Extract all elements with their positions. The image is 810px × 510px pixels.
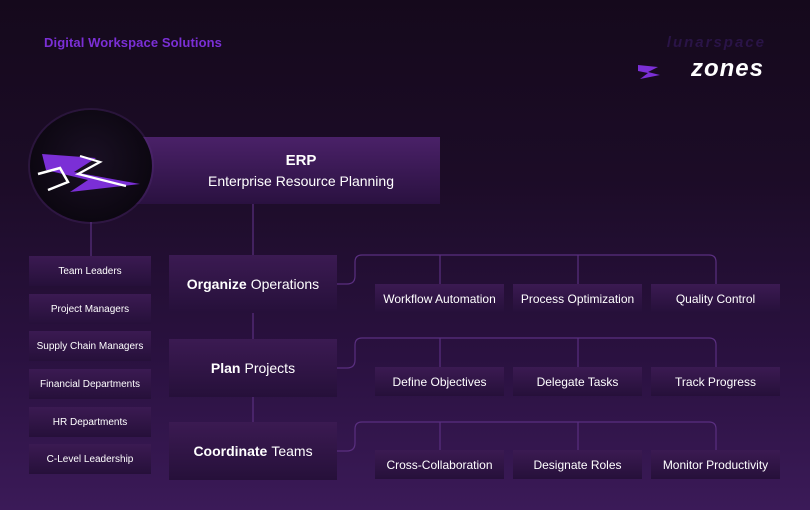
function-bold: Coordinate <box>193 443 268 459</box>
erp-box: ERP Enterprise Resource Planning <box>134 137 440 204</box>
task-box: Workflow Automation <box>375 284 504 313</box>
task-box: Cross-Collaboration <box>375 450 504 479</box>
logo-circle <box>30 110 152 222</box>
function-bold: Plan <box>210 360 241 376</box>
task-box: Process Optimization <box>513 284 642 313</box>
task-box: Monitor Productivity <box>651 450 780 479</box>
lightning-mark-icon <box>638 65 660 79</box>
function-rest: Operations <box>250 276 320 292</box>
audience-item: C-Level Leadership <box>29 444 151 474</box>
function-rest: Teams <box>271 443 313 459</box>
task-box: Track Progress <box>651 367 780 396</box>
erp-title: ERP <box>285 152 317 169</box>
brand-top-text: LunarSpace <box>666 34 766 51</box>
task-box: Designate Roles <box>513 450 642 479</box>
function-rest: Projects <box>244 360 296 376</box>
task-box: Quality Control <box>651 284 780 313</box>
audience-item: Supply Chain Managers <box>29 331 151 361</box>
function-bold: Organize <box>186 276 247 292</box>
tagline: Digital Workspace Solutions <box>44 35 222 50</box>
audience-item: Financial Departments <box>29 369 151 399</box>
audience-item: Project Managers <box>29 294 151 324</box>
function-organize-operations: Organize Operations <box>169 255 337 313</box>
brand-main-text: Zones <box>690 55 764 82</box>
audience-item: Team Leaders <box>29 256 151 286</box>
task-box: Delegate Tasks <box>513 367 642 396</box>
function-coordinate-teams: Coordinate Teams <box>169 422 337 480</box>
task-box: Define Objectives <box>375 367 504 396</box>
lightning-logo-icon <box>37 154 140 192</box>
function-plan-projects: Plan Projects <box>169 339 337 397</box>
audience-item: HR Departments <box>29 407 151 437</box>
erp-subtitle: Enterprise Resource Planning <box>208 173 394 189</box>
